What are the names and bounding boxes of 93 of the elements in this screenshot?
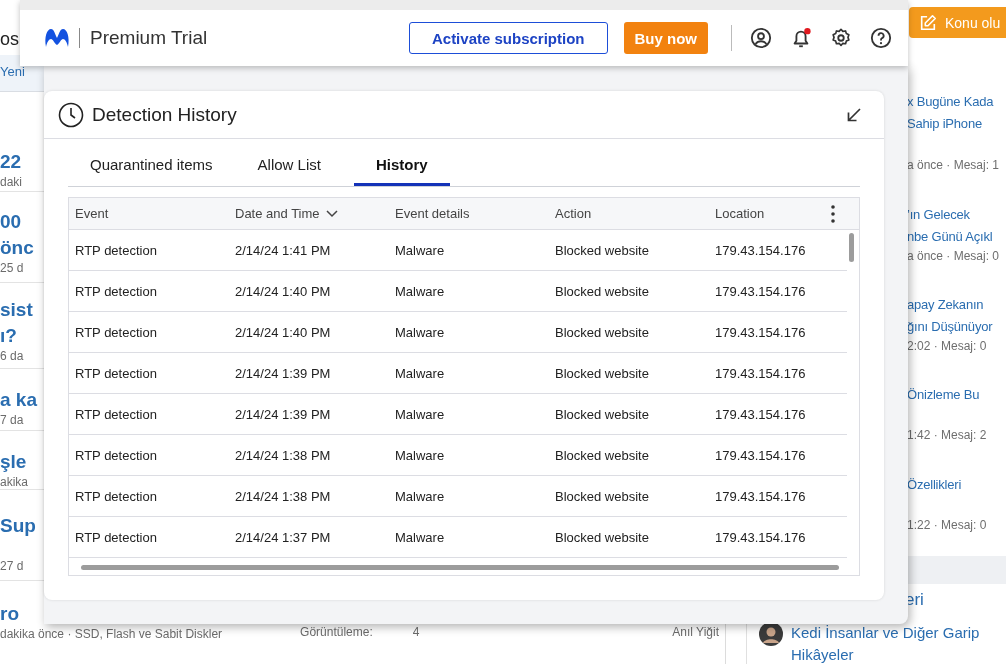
thread-title[interactable]: 22 [0, 149, 22, 175]
table-cell-text: Blocked website [554, 365, 650, 381]
table-cell-text: 179.43.154.176 [714, 283, 807, 299]
table-cell-text: Malware [394, 242, 446, 258]
table-cell-text: Malware [394, 283, 446, 299]
thread-link[interactable]: Kedi İnsanlar ve Diğer Garip Hikâyeler [791, 622, 980, 664]
column-header[interactable]: Location [709, 206, 831, 221]
table-cell-text: 179.43.154.176 [714, 406, 807, 422]
author-name: Anıl Yiğit [672, 625, 719, 639]
thread-link[interactable]: x Bugüne Kada Sahip iPhone [907, 91, 994, 135]
thread-title[interactable]: ı? [0, 323, 17, 349]
table-cell-text: Blocked website [554, 283, 650, 299]
table-cell-text: 179.43.154.176 [714, 242, 807, 258]
table-cell-text: Malware [394, 529, 446, 545]
thread-meta: 6 da [0, 349, 24, 364]
table-cell-text: Blocked website [554, 242, 650, 258]
thread-title[interactable]: şle [0, 449, 27, 475]
table-cell-text: RTP detection [74, 283, 158, 299]
thread-title[interactable]: ro [0, 601, 19, 627]
thread-title[interactable]: Sup [0, 513, 36, 539]
thread-meta: 1:42 · Mesaj: 2 [907, 427, 987, 443]
thread-link[interactable]: ’ın Gelecek nbe Günü Açıkl [907, 204, 993, 248]
thread-meta: 27 d [0, 559, 24, 574]
table-cell-text: 2/14/24 1:39 PM [234, 406, 332, 422]
table-cell-text: 179.43.154.176 [714, 447, 807, 463]
thread-title[interactable]: 00 [0, 209, 22, 235]
table-cell-text: Malware [394, 447, 446, 463]
table-cell-text: 2/14/24 1:40 PM [234, 283, 332, 299]
forum-tab[interactable]: Yeni [0, 64, 25, 79]
thread-meta: dakika önce · SSD, Flash ve Sabit Diskler [0, 627, 223, 642]
table-cell-text: Malware [394, 488, 446, 504]
column-header[interactable]: Action [549, 206, 709, 221]
thread-meta: 25 d [0, 261, 24, 276]
table-cell-text: Blocked website [554, 406, 650, 422]
table-cell-text: Blocked website [554, 529, 650, 545]
clock-icon [58, 101, 84, 128]
table-cell-text: 2/14/24 1:40 PM [234, 324, 332, 340]
table-cell-text: RTP detection [74, 242, 158, 258]
table-cell-text: RTP detection [74, 406, 158, 422]
activate-button[interactable]: Activate subscription [408, 22, 608, 54]
scrollbar[interactable] [81, 565, 839, 570]
settings-icon[interactable] [830, 27, 852, 49]
avatar-icon [759, 622, 783, 646]
thread-meta: daki [0, 175, 22, 190]
table-cell-text: 179.43.154.176 [714, 324, 807, 340]
plan-label: Premium Trial [90, 27, 208, 49]
scrollbar[interactable] [849, 233, 854, 262]
tab[interactable]: Allow List [245, 139, 333, 186]
table-cell-text: 179.43.154.176 [714, 529, 807, 545]
panel-title: Detection History [92, 103, 237, 126]
page-heading: os [0, 29, 19, 50]
table-cell-text: Blocked website [554, 324, 650, 340]
table-cell-text: RTP detection [74, 447, 158, 463]
table-cell-text: 179.43.154.176 [714, 365, 807, 381]
arrow-icon[interactable] [846, 106, 862, 123]
tab[interactable]: History [353, 139, 450, 186]
table-cell-text: RTP detection [74, 488, 158, 504]
pencil-icon [919, 13, 937, 32]
thread-meta: akika [0, 475, 28, 490]
table-cell-text: Blocked website [554, 488, 650, 504]
table-cell-text: Blocked website [554, 447, 650, 463]
account-icon[interactable] [750, 27, 772, 49]
thread-meta: a önce · Mesaj: 1 [907, 157, 1000, 173]
table-cell-text: Malware [394, 324, 446, 340]
table-cell-text: 2/14/24 1:39 PM [234, 365, 332, 381]
table-cell-text: RTP detection [74, 529, 158, 545]
column-header[interactable]: Event details [389, 206, 549, 221]
thread-title[interactable]: önc [0, 235, 34, 261]
thread-title[interactable]: a ka [0, 387, 37, 413]
thread-title[interactable]: sist [0, 297, 33, 323]
table-cell-text: RTP detection [74, 365, 158, 381]
column-header[interactable]: Event [69, 206, 229, 221]
tab[interactable]: Quarantined items [78, 139, 225, 186]
table-cell-text: Malware [394, 406, 446, 422]
help-icon[interactable] [870, 27, 892, 49]
thread-meta: 1:22 · Mesaj: 0 [907, 517, 987, 533]
views-label: Görüntüleme: [300, 625, 373, 639]
table-cell-text: 2/14/24 1:38 PM [234, 447, 332, 463]
table-cell-text: Malware [394, 365, 446, 381]
table-cell-text: 2/14/24 1:41 PM [234, 242, 332, 258]
thread-meta: a önce · Mesaj: 0 [907, 248, 1000, 264]
thread-link[interactable]: Önizleme Bu [907, 384, 980, 406]
thread-link[interactable]: Özellikleri [907, 474, 962, 496]
table-cell-text: 2/14/24 1:38 PM [234, 488, 332, 504]
column-header[interactable]: Date and Time [229, 206, 389, 221]
table-cell-text: 2/14/24 1:37 PM [234, 529, 332, 545]
table-cell-text: 179.43.154.176 [714, 488, 807, 504]
thread-link[interactable]: apay Zekanın ğını Düşünüyor [907, 294, 993, 338]
more-icon[interactable] [831, 204, 835, 223]
table-cell-text: RTP detection [74, 324, 158, 340]
thread-meta: 2:02 · Mesaj: 0 [907, 338, 987, 354]
views-count: 4 [412, 625, 420, 639]
thread-meta: 7 da [0, 413, 24, 428]
